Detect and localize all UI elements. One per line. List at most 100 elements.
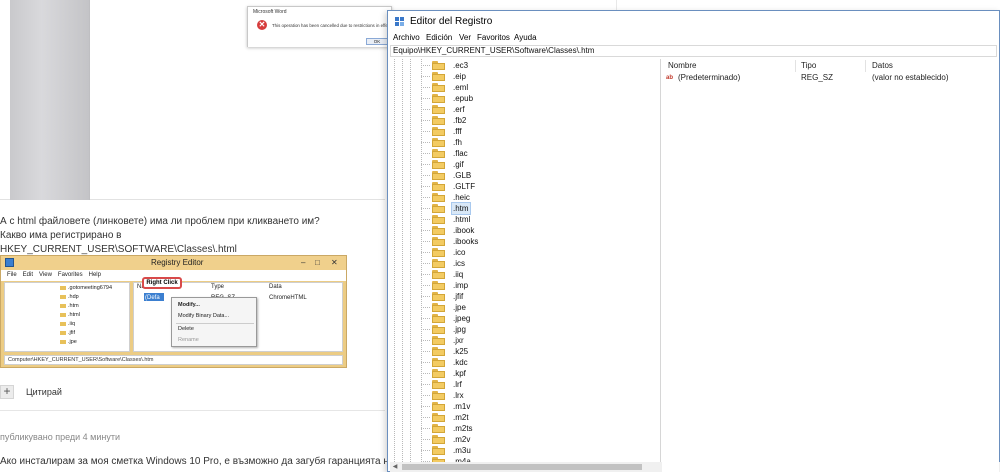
registry-menubar: Archivo Edición Ver Favoritos Ayuda: [388, 33, 999, 44]
folder-icon: [432, 72, 445, 81]
folder-icon: [432, 127, 445, 136]
tree-branch-line: [421, 120, 430, 121]
embed-tree-item: .iiq: [60, 321, 75, 327]
folder-icon: [432, 94, 445, 103]
folder-icon: [432, 270, 445, 279]
tree-branch-line: [421, 98, 430, 99]
tree-branch-line: [421, 219, 430, 220]
tree-branch-line: [421, 263, 430, 264]
post-timestamp: публикувано преди 4 минути: [0, 432, 121, 442]
embed-ctx-item: Modify Binary Data...: [178, 313, 230, 319]
tree-item-label: .imp: [453, 281, 469, 290]
screenshot-stage: А с html файловете (линковете) има ли пр…: [0, 0, 1000, 472]
tree-branch-line: [421, 230, 430, 231]
registry-values-pane[interactable]: Nombre Tipo Datos ab (Predeterminado) RE…: [662, 59, 999, 472]
column-separator[interactable]: [865, 60, 866, 72]
column-header-name[interactable]: Nombre: [668, 61, 696, 70]
tree-branch-line: [421, 351, 430, 352]
column-header-data[interactable]: Datos: [872, 61, 893, 70]
post-line: Какво има регистрирано в: [0, 230, 122, 241]
address-bar[interactable]: Equipo\HKEY_CURRENT_USER\Software\Classe…: [390, 45, 997, 57]
tree-item-label: .kdc: [453, 358, 468, 367]
tree-item-label: .jxr: [453, 336, 464, 345]
value-type: REG_SZ: [801, 73, 834, 82]
tree-item-label: .ico: [453, 248, 466, 257]
menu-edicion[interactable]: Edición: [426, 33, 452, 43]
tree-item-label: .epub: [453, 94, 474, 103]
embed-ctx-item: Delete: [178, 326, 194, 332]
tree-branch-line: [421, 329, 430, 330]
folder-icon: [432, 336, 445, 345]
folder-icon: [432, 83, 445, 92]
tree-branch-line: [421, 252, 430, 253]
folder-icon: [432, 204, 445, 213]
tree-item-label: .k25: [453, 347, 469, 356]
menu-archivo[interactable]: Archivo: [393, 33, 420, 43]
tree-item-label: .eml: [453, 83, 469, 92]
tree-branch-line: [421, 450, 430, 451]
ab-string-icon: ab: [666, 75, 674, 81]
registry-titlebar[interactable]: Editor del Registro: [388, 11, 999, 33]
menu-favoritos[interactable]: Favoritos: [477, 33, 510, 43]
tree-item-label: .m2v: [453, 435, 471, 444]
folder-icon: [432, 116, 445, 125]
embed-statusbar: Computer\HKEY_CURRENT_USER\Software\Clas…: [4, 355, 343, 365]
error-dialog: Microsoft Word ✕ This operation has been…: [247, 6, 426, 47]
tree-branch-line: [421, 395, 430, 396]
embed-value-name: (Defa: [145, 295, 160, 301]
scroll-left-icon[interactable]: ◀: [390, 462, 400, 472]
folder-icon: [432, 325, 445, 334]
tree-branch-line: [421, 208, 430, 209]
tree-item-label: .lrx: [453, 391, 464, 400]
tree-branch-line: [421, 362, 430, 363]
column-header-type[interactable]: Tipo: [801, 61, 816, 70]
tree-item-label: .htm: [451, 202, 471, 215]
tree-item-label: .ics: [453, 259, 465, 268]
tree-branch-line: [421, 318, 430, 319]
tree-branch-line: [421, 384, 430, 385]
registry-tree-pane[interactable]: .ec3 .eip .eml .epub .erf .fb2 .fff .fh .flac .gi…: [390, 59, 661, 462]
tree-branch-line: [421, 109, 430, 110]
quote-link[interactable]: Цитирай: [26, 387, 62, 397]
folder-icon: [432, 105, 445, 114]
tree-branch-line: [421, 417, 430, 418]
close-icon: ✕: [331, 258, 338, 267]
ok-button[interactable]: OK: [366, 38, 388, 45]
post-divider: [0, 410, 385, 411]
tree-branch-line: [421, 307, 430, 308]
post-line: А с html файловете (линковете) има ли пр…: [0, 216, 320, 227]
tree-item-label: .iiq: [453, 270, 464, 279]
tree-branch-line: [421, 285, 430, 286]
column-separator[interactable]: [795, 60, 796, 72]
folder-icon: [432, 424, 445, 433]
tree-item-label: .m1v: [453, 402, 471, 411]
tree-item-label: .fb2: [453, 116, 467, 125]
menu-ayuda[interactable]: Ayuda: [514, 33, 537, 43]
tree-branch-line: [421, 197, 430, 198]
embed-ctx-item: Rename: [178, 337, 199, 343]
registry-editor-window: Editor del Registro Archivo Edición Ver …: [387, 10, 1000, 472]
scrollbar-thumb[interactable]: [402, 464, 642, 470]
quote-plus-button[interactable]: +: [0, 385, 14, 399]
value-data: (valor no establecido): [872, 73, 949, 82]
forum-image-content: [10, 0, 90, 200]
next-post-text: Ако инсталирам за моя сметка Windows 10 …: [0, 456, 449, 467]
folder-icon: [432, 182, 445, 191]
tree-item-label: .ibook: [453, 226, 475, 235]
folder-icon: [432, 391, 445, 400]
tree-branch-line: [421, 406, 430, 407]
tree-branch-line: [421, 175, 430, 176]
tree-branch-line: [421, 164, 430, 165]
embed-ctx-item: Modify...: [178, 302, 200, 308]
folder-icon: [432, 138, 445, 147]
folder-icon: [432, 171, 445, 180]
tree-guide-line: [394, 59, 395, 462]
embed-tree-item: .jfif: [60, 330, 75, 336]
tree-guide-line: [402, 59, 403, 462]
menu-ver[interactable]: Ver: [459, 33, 471, 43]
tree-branch-line: [421, 186, 430, 187]
right-click-callout: Right Click: [142, 277, 182, 289]
folder-icon: [432, 259, 445, 268]
tree-item-label: .html: [453, 215, 471, 224]
tree-item-label: .heic: [453, 193, 470, 202]
